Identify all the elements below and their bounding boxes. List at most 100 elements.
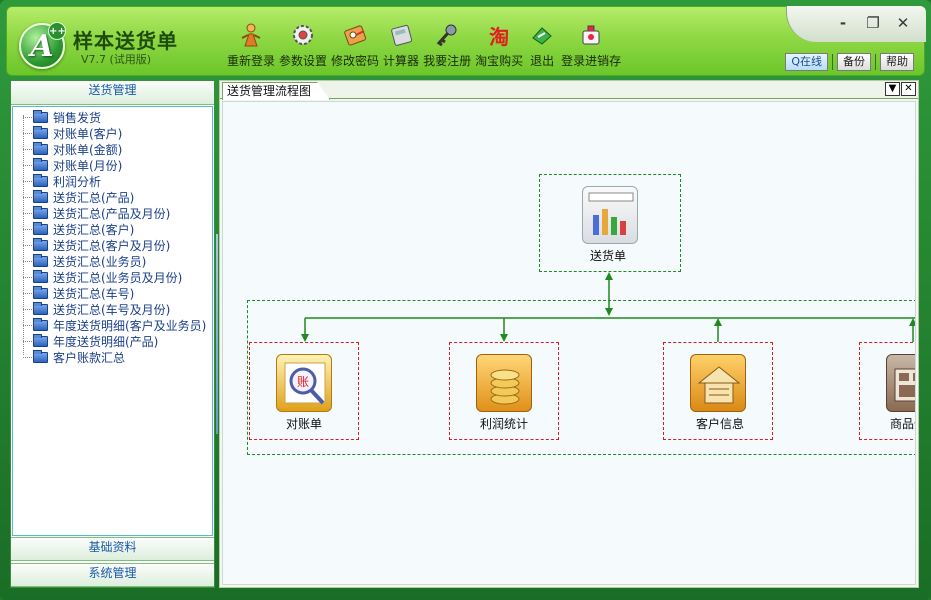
header-buttons: Q在线 备份 帮助: [785, 53, 914, 71]
taobao-icon: 淘: [484, 21, 514, 49]
taobao-buy-button[interactable]: 淘 淘宝购买: [473, 21, 525, 73]
app-window: A ++ 样本送货单 V7.7 (试用版) 重新登录 参数设置 修改密码 计算器…: [0, 0, 931, 600]
tree-item-label: 年度送货明细(客户及业务员): [53, 318, 207, 333]
node-label: 客户信息: [696, 417, 745, 431]
product-node[interactable]: 商品信息: [859, 342, 915, 440]
restore-button[interactable]: ❐: [860, 13, 886, 33]
tree-item-label: 对账单(月份): [53, 158, 123, 173]
folder-icon: [33, 253, 48, 267]
product-info-icon: [886, 354, 915, 412]
sidebar: 送货管理 销售发货 对账单(客户) 对账单(金额) 对账单(月份) 利润分析 送…: [10, 80, 215, 588]
qq-online-button[interactable]: Q在线: [785, 53, 828, 71]
tree-item-label: 送货汇总(车号): [53, 286, 135, 301]
taobao-glyph: 淘: [489, 24, 510, 49]
toolbar-label: 我要注册: [423, 54, 472, 68]
tree-item[interactable]: 对账单(金额): [13, 141, 212, 157]
backup-button[interactable]: 备份: [837, 53, 871, 71]
app-logo: A ++: [19, 22, 66, 69]
minimize-button[interactable]: -: [830, 13, 856, 33]
toolbar-label: 退出: [530, 54, 555, 68]
tree-item[interactable]: 送货汇总(产品): [13, 189, 212, 205]
folder-icon: [33, 349, 48, 363]
flowchart-canvas: 送货单 账 对账单 利润统计 客户信息 商品: [222, 101, 916, 585]
tree-item[interactable]: 送货汇总(业务员): [13, 253, 212, 269]
statement-magnifier-icon: 账: [276, 354, 332, 412]
window-controls: - ❐ ✕: [830, 13, 916, 33]
customer-node[interactable]: 客户信息: [663, 342, 773, 440]
tree-item-label: 利润分析: [53, 174, 102, 189]
tree-item-label: 客户账款汇总: [53, 350, 126, 365]
tree-item-label: 送货汇总(产品及月份): [53, 206, 171, 221]
register-key-icon: [432, 21, 462, 49]
tree-item[interactable]: 对账单(月份): [13, 157, 212, 173]
help-button[interactable]: 帮助: [880, 53, 914, 71]
tree-item[interactable]: 送货汇总(业务员及月份): [13, 269, 212, 285]
tree-item[interactable]: 年度送货明细(产品): [13, 333, 212, 349]
folder-icon: [33, 301, 48, 315]
app-title: 样本送货单: [73, 29, 178, 53]
tree-item-label: 对账单(金额): [53, 142, 123, 157]
tree-item-label: 送货汇总(产品): [53, 190, 135, 205]
tree-item[interactable]: 送货汇总(客户): [13, 221, 212, 237]
sidebar-header-system[interactable]: 系统管理: [11, 563, 214, 587]
folder-icon: [33, 333, 48, 347]
tree-item[interactable]: 利润分析: [13, 173, 212, 189]
divider: [832, 54, 833, 70]
toolbar: 重新登录 参数设置 修改密码 计算器 我要注册 淘 淘宝购买 退出 登录进销存: [225, 21, 623, 73]
tree-item[interactable]: 销售发货: [13, 109, 212, 125]
folder-icon: [33, 109, 48, 123]
register-button[interactable]: 我要注册: [421, 21, 473, 73]
title-bar: A ++ 样本送货单 V7.7 (试用版) 重新登录 参数设置 修改密码 计算器…: [6, 6, 926, 76]
statement-node[interactable]: 账 对账单: [249, 342, 359, 440]
tree-item[interactable]: 年度送货明细(客户及业务员): [13, 317, 212, 333]
tree-item[interactable]: 客户账款汇总: [13, 349, 212, 365]
toolbar-label: 淘宝购买: [475, 54, 524, 68]
node-label: 商品信息: [890, 417, 915, 431]
tab-delivery-flowchart[interactable]: 送货管理流程图: [222, 82, 331, 100]
inventory-login-icon: [576, 21, 606, 49]
folder-icon: [33, 221, 48, 235]
tab-close-button[interactable]: ✕: [901, 82, 916, 96]
tree-item[interactable]: 送货汇总(车号): [13, 285, 212, 301]
tree-item-label: 销售发货: [53, 110, 102, 125]
svg-text:账: 账: [297, 375, 309, 389]
tree-item-label: 送货汇总(车号及月份): [53, 302, 171, 317]
app-version: V7.7 (试用版): [81, 53, 152, 66]
exit-door-icon: [527, 21, 557, 49]
settings-gear-icon: [288, 21, 318, 49]
tree-item[interactable]: 送货汇总(车号及月份): [13, 301, 212, 317]
node-label: 利润统计: [480, 417, 529, 431]
tree-item-label: 送货汇总(业务员及月份): [53, 270, 183, 285]
tree-item[interactable]: 送货汇总(产品及月份): [13, 205, 212, 221]
close-button[interactable]: ✕: [890, 13, 916, 33]
toolbar-label: 重新登录: [227, 54, 276, 68]
settings-button[interactable]: 参数设置: [277, 21, 329, 73]
profit-node[interactable]: 利润统计: [449, 342, 559, 440]
node-label: 对账单: [286, 417, 323, 431]
exit-button[interactable]: 退出: [525, 21, 559, 73]
folder-icon: [33, 125, 48, 139]
tree-item[interactable]: 对账单(客户): [13, 125, 212, 141]
folder-icon: [33, 285, 48, 299]
folder-icon: [33, 269, 48, 283]
sidebar-header-basic-data[interactable]: 基础资料: [11, 537, 214, 561]
calculator-button[interactable]: 计算器: [381, 21, 421, 73]
sidebar-header-delivery[interactable]: 送货管理: [11, 81, 214, 105]
folder-icon: [33, 189, 48, 203]
tree-item[interactable]: 送货汇总(客户及月份): [13, 237, 212, 253]
relogin-button[interactable]: 重新登录: [225, 21, 277, 73]
folder-icon: [33, 205, 48, 219]
sidebar-tree: 销售发货 对账单(客户) 对账单(金额) 对账单(月份) 利润分析 送货汇总(产…: [12, 106, 213, 536]
inventory-login-button[interactable]: 登录进销存: [559, 21, 623, 73]
tab-menu-button[interactable]: ▼: [885, 82, 900, 96]
divider: [875, 54, 876, 70]
toolbar-label: 计算器: [383, 54, 420, 68]
tab-bar: 送货管理流程图 ▼ ✕: [220, 81, 918, 100]
folder-icon: [33, 141, 48, 155]
tree-item-label: 年度送货明细(产品): [53, 334, 159, 349]
profit-coins-icon: [476, 354, 532, 412]
change-password-button[interactable]: 修改密码: [329, 21, 381, 73]
tree-item-label: 送货汇总(业务员): [53, 254, 147, 269]
calculator-icon: [386, 21, 416, 49]
folder-icon: [33, 317, 48, 331]
